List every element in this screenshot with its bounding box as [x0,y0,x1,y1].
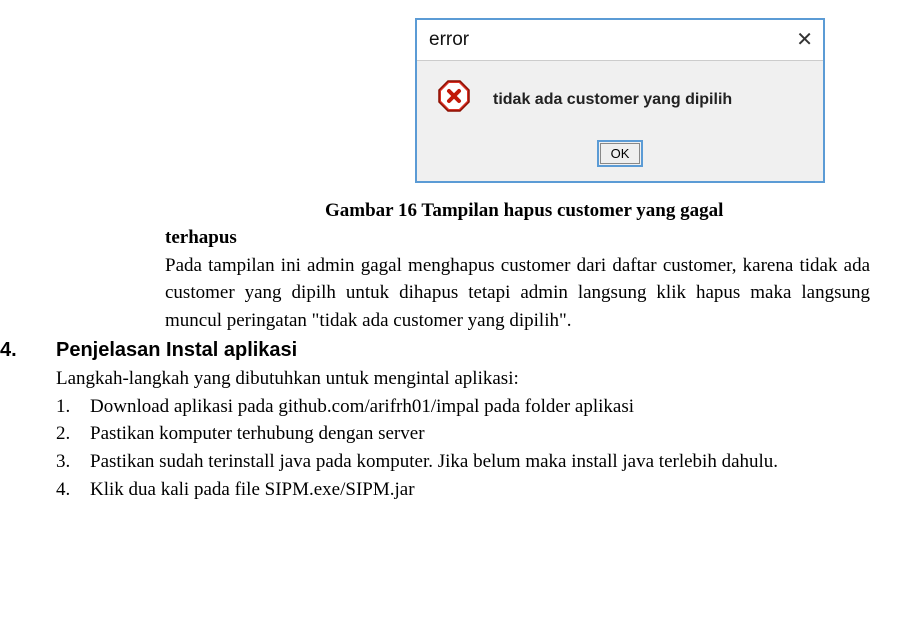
list-item: 1. Download aplikasi pada github.com/ari… [56,393,890,421]
dialog-button-row: OK [417,127,823,181]
close-icon[interactable]: ✕ [796,30,813,50]
error-icon [437,79,471,122]
step-number: 4. [56,476,90,504]
step-text: Klik dua kali pada file SIPM.exe/SIPM.ja… [90,476,890,504]
step-number: 3. [56,448,90,476]
step-text: Pastikan sudah terinstall java pada komp… [90,448,890,476]
step-text: Pastikan komputer terhubung dengan serve… [90,420,890,448]
dialog-titlebar: error ✕ [417,20,823,61]
error-dialog-figure: error ✕ tidak ada customer yang dipilih [415,18,825,183]
dialog-body: tidak ada customer yang dipilih [417,61,823,128]
section4-number: 4. [0,336,56,365]
section4-body: Langkah-langkah yang dibutuhkan untuk me… [0,365,890,503]
dialog-title: error [429,26,469,54]
ok-button[interactable]: OK [600,143,641,164]
figure-caption-line1: Gambar 16 Tampilan hapus customer yang g… [0,197,890,225]
list-item: 3. Pastikan sudah terinstall java pada k… [56,448,890,476]
error-dialog: error ✕ tidak ada customer yang dipilih [415,18,825,183]
figure-caption-line2: terhapus [0,224,890,252]
list-item: 4. Klik dua kali pada file SIPM.exe/SIPM… [56,476,890,504]
install-steps-list: 1. Download aplikasi pada github.com/ari… [56,393,890,503]
figure-caption: Gambar 16 Tampilan hapus customer yang g… [0,197,890,252]
section4-title: Penjelasan Instal aplikasi [56,336,297,365]
step-number: 2. [56,420,90,448]
figure-description: Pada tampilan ini admin gagal menghapus … [0,252,890,335]
section4-intro: Langkah-langkah yang dibutuhkan untuk me… [56,365,890,393]
list-item: 2. Pastikan komputer terhubung dengan se… [56,420,890,448]
section4-heading: 4. Penjelasan Instal aplikasi [0,336,890,365]
step-number: 1. [56,393,90,421]
dialog-message: tidak ada customer yang dipilih [493,88,732,111]
dialog-message-row: tidak ada customer yang dipilih [431,79,809,122]
step-text: Download aplikasi pada github.com/arifrh… [90,393,890,421]
